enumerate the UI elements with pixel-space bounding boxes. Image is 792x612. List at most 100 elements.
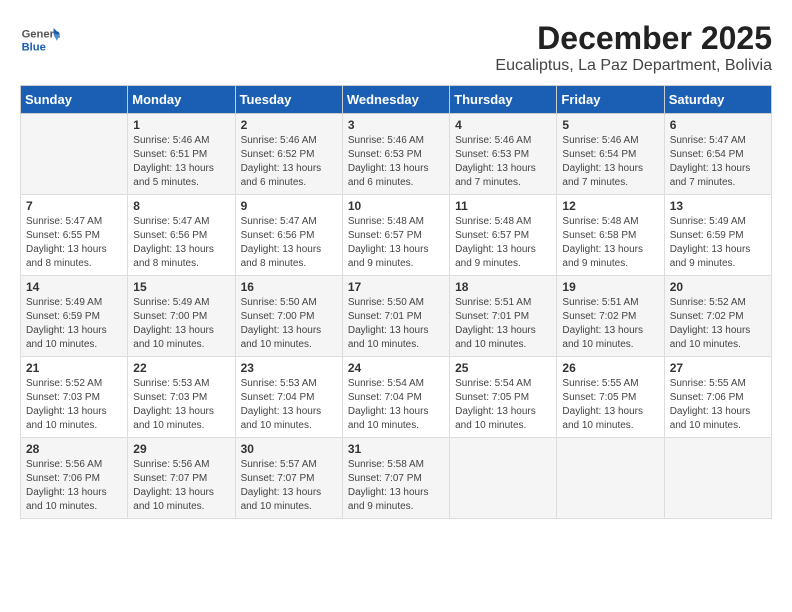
- calendar-week-row: 21 Sunrise: 5:52 AM Sunset: 7:03 PM Dayli…: [21, 357, 772, 438]
- calendar-day-cell: 24Sunrise: 5:54 AM Sunset: 7:04 PM Dayli…: [342, 357, 449, 438]
- day-number: 3: [348, 118, 444, 132]
- day-info: Sunrise: 5:49 AM Sunset: 6:59 PM Dayligh…: [26, 296, 122, 352]
- day-number: 30: [241, 442, 337, 456]
- calendar-header-row: SundayMondayTuesdayWednesdayThursdayFrid…: [21, 86, 772, 114]
- calendar-day-cell: 10 Sunrise: 5:48 AM Sunset: 6:57 PM Dayli…: [342, 195, 449, 276]
- day-number: 28: [26, 442, 122, 456]
- day-number: 25: [455, 361, 551, 375]
- calendar-day-cell: 18 Sunrise: 5:51 AM Sunset: 7:01 PM Dayli…: [450, 276, 557, 357]
- day-number: 13: [670, 199, 766, 213]
- calendar-day-header: Saturday: [664, 86, 771, 114]
- calendar-day-cell: [557, 438, 664, 519]
- day-number: 9: [241, 199, 337, 213]
- calendar-week-row: 7 Sunrise: 5:47 AM Sunset: 6:55 PM Daylig…: [21, 195, 772, 276]
- header: General Blue December 2025 Eucaliptus, L…: [20, 20, 772, 75]
- day-number: 6: [670, 118, 766, 132]
- calendar-day-cell: 28 Sunrise: 5:56 AM Sunset: 7:06 PM Dayli…: [21, 438, 128, 519]
- day-number: 18: [455, 280, 551, 294]
- calendar-day-cell: 23 Sunrise: 5:53 AM Sunset: 7:04 PM Dayli…: [235, 357, 342, 438]
- day-info: Sunrise: 5:48 AM Sunset: 6:57 PM Dayligh…: [455, 215, 551, 271]
- title-section: December 2025 Eucaliptus, La Paz Departm…: [495, 20, 772, 75]
- calendar-day-cell: [664, 438, 771, 519]
- calendar-day-cell: 16 Sunrise: 5:50 AM Sunset: 7:00 PM Dayli…: [235, 276, 342, 357]
- day-info: Sunrise: 5:54 AM Sunset: 7:04 PM Dayligh…: [348, 377, 444, 433]
- calendar-day-cell: 4 Sunrise: 5:46 AM Sunset: 6:53 PM Daylig…: [450, 114, 557, 195]
- day-number: 4: [455, 118, 551, 132]
- calendar-day-cell: 6 Sunrise: 5:47 AM Sunset: 6:54 PM Daylig…: [664, 114, 771, 195]
- day-info: Sunrise: 5:56 AM Sunset: 7:06 PM Dayligh…: [26, 458, 122, 514]
- day-info: Sunrise: 5:51 AM Sunset: 7:01 PM Dayligh…: [455, 296, 551, 352]
- day-number: 10: [348, 199, 444, 213]
- calendar-day-cell: 13Sunrise: 5:49 AM Sunset: 6:59 PM Dayli…: [664, 195, 771, 276]
- day-info: Sunrise: 5:51 AM Sunset: 7:02 PM Dayligh…: [562, 296, 658, 352]
- day-number: 12: [562, 199, 658, 213]
- day-info: Sunrise: 5:48 AM Sunset: 6:58 PM Dayligh…: [562, 215, 658, 271]
- calendar-day-cell: 20Sunrise: 5:52 AM Sunset: 7:02 PM Dayli…: [664, 276, 771, 357]
- day-number: 15: [133, 280, 229, 294]
- day-info: Sunrise: 5:46 AM Sunset: 6:51 PM Dayligh…: [133, 134, 229, 190]
- calendar-day-cell: 11 Sunrise: 5:48 AM Sunset: 6:57 PM Dayli…: [450, 195, 557, 276]
- calendar: SundayMondayTuesdayWednesdayThursdayFrid…: [20, 85, 772, 519]
- day-info: Sunrise: 5:48 AM Sunset: 6:57 PM Dayligh…: [348, 215, 444, 271]
- calendar-day-header: Thursday: [450, 86, 557, 114]
- day-info: Sunrise: 5:46 AM Sunset: 6:53 PM Dayligh…: [348, 134, 444, 190]
- day-info: Sunrise: 5:47 AM Sunset: 6:55 PM Dayligh…: [26, 215, 122, 271]
- calendar-day-cell: 30 Sunrise: 5:57 AM Sunset: 7:07 PM Dayli…: [235, 438, 342, 519]
- day-number: 22: [133, 361, 229, 375]
- day-info: Sunrise: 5:52 AM Sunset: 7:03 PM Dayligh…: [26, 377, 122, 433]
- day-number: 7: [26, 199, 122, 213]
- page-container: General Blue December 2025 Eucaliptus, L…: [20, 20, 772, 519]
- calendar-day-header: Wednesday: [342, 86, 449, 114]
- day-info: Sunrise: 5:55 AM Sunset: 7:06 PM Dayligh…: [670, 377, 766, 433]
- calendar-day-cell: 15 Sunrise: 5:49 AM Sunset: 7:00 PM Dayli…: [128, 276, 235, 357]
- calendar-day-cell: 12 Sunrise: 5:48 AM Sunset: 6:58 PM Dayli…: [557, 195, 664, 276]
- day-info: Sunrise: 5:53 AM Sunset: 7:03 PM Dayligh…: [133, 377, 229, 433]
- calendar-day-header: Tuesday: [235, 86, 342, 114]
- calendar-day-cell: 7 Sunrise: 5:47 AM Sunset: 6:55 PM Daylig…: [21, 195, 128, 276]
- calendar-day-cell: [450, 438, 557, 519]
- day-info: Sunrise: 5:49 AM Sunset: 7:00 PM Dayligh…: [133, 296, 229, 352]
- day-info: Sunrise: 5:57 AM Sunset: 7:07 PM Dayligh…: [241, 458, 337, 514]
- calendar-day-cell: 3 Sunrise: 5:46 AM Sunset: 6:53 PM Daylig…: [342, 114, 449, 195]
- day-number: 16: [241, 280, 337, 294]
- calendar-day-cell: 17 Sunrise: 5:50 AM Sunset: 7:01 PM Dayli…: [342, 276, 449, 357]
- day-info: Sunrise: 5:50 AM Sunset: 7:01 PM Dayligh…: [348, 296, 444, 352]
- day-number: 2: [241, 118, 337, 132]
- day-number: 31: [348, 442, 444, 456]
- svg-text:Blue: Blue: [22, 41, 46, 53]
- calendar-day-cell: 14 Sunrise: 5:49 AM Sunset: 6:59 PM Dayli…: [21, 276, 128, 357]
- day-number: 27: [670, 361, 766, 375]
- day-info: Sunrise: 5:52 AM Sunset: 7:02 PM Dayligh…: [670, 296, 766, 352]
- day-info: Sunrise: 5:53 AM Sunset: 7:04 PM Dayligh…: [241, 377, 337, 433]
- day-info: Sunrise: 5:54 AM Sunset: 7:05 PM Dayligh…: [455, 377, 551, 433]
- calendar-day-cell: 8Sunrise: 5:47 AM Sunset: 6:56 PM Daylig…: [128, 195, 235, 276]
- calendar-day-cell: 31 Sunrise: 5:58 AM Sunset: 7:07 PM Dayli…: [342, 438, 449, 519]
- day-number: 14: [26, 280, 122, 294]
- calendar-day-cell: 27 Sunrise: 5:55 AM Sunset: 7:06 PM Dayli…: [664, 357, 771, 438]
- day-info: Sunrise: 5:46 AM Sunset: 6:53 PM Dayligh…: [455, 134, 551, 190]
- day-info: Sunrise: 5:55 AM Sunset: 7:05 PM Dayligh…: [562, 377, 658, 433]
- day-number: 21: [26, 361, 122, 375]
- calendar-day-cell: 2Sunrise: 5:46 AM Sunset: 6:52 PM Daylig…: [235, 114, 342, 195]
- calendar-day-cell: 21 Sunrise: 5:52 AM Sunset: 7:03 PM Dayli…: [21, 357, 128, 438]
- day-number: 11: [455, 199, 551, 213]
- calendar-day-cell: 19Sunrise: 5:51 AM Sunset: 7:02 PM Dayli…: [557, 276, 664, 357]
- day-info: Sunrise: 5:58 AM Sunset: 7:07 PM Dayligh…: [348, 458, 444, 514]
- logo: General Blue: [20, 20, 64, 60]
- calendar-day-cell: 5Sunrise: 5:46 AM Sunset: 6:54 PM Daylig…: [557, 114, 664, 195]
- day-number: 26: [562, 361, 658, 375]
- day-info: Sunrise: 5:56 AM Sunset: 7:07 PM Dayligh…: [133, 458, 229, 514]
- day-info: Sunrise: 5:47 AM Sunset: 6:56 PM Dayligh…: [133, 215, 229, 271]
- main-title: December 2025: [495, 20, 772, 57]
- day-info: Sunrise: 5:47 AM Sunset: 6:54 PM Dayligh…: [670, 134, 766, 190]
- calendar-week-row: 1Sunrise: 5:46 AM Sunset: 6:51 PM Daylig…: [21, 114, 772, 195]
- day-number: 17: [348, 280, 444, 294]
- calendar-day-cell: 29 Sunrise: 5:56 AM Sunset: 7:07 PM Dayli…: [128, 438, 235, 519]
- day-number: 29: [133, 442, 229, 456]
- calendar-day-header: Monday: [128, 86, 235, 114]
- day-number: 23: [241, 361, 337, 375]
- day-number: 5: [562, 118, 658, 132]
- calendar-week-row: 28 Sunrise: 5:56 AM Sunset: 7:06 PM Dayli…: [21, 438, 772, 519]
- subtitle: Eucaliptus, La Paz Department, Bolivia: [495, 57, 772, 75]
- day-info: Sunrise: 5:50 AM Sunset: 7:00 PM Dayligh…: [241, 296, 337, 352]
